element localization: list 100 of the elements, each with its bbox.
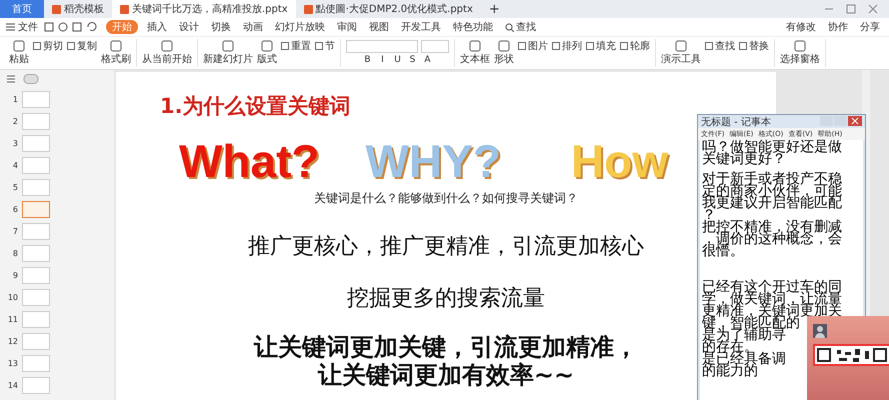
ribbon-button[interactable]: 新建幻灯片 [203,39,253,67]
format-button[interactable]: I [376,55,388,66]
format-button[interactable]: A [422,55,434,66]
document-tab[interactable]: 首页 [0,0,44,18]
slide-text: 推广更核心，推广更精准，引流更加核心 [248,233,644,261]
ribbon-button[interactable]: 选择窗格 [780,39,820,67]
ribbon-button[interactable]: 替换 [739,39,769,52]
font-size-field[interactable] [421,40,449,53]
ribbon-button[interactable]: 形状 [494,39,514,67]
ribbon-button[interactable]: 演示工具 [661,39,701,67]
header-action-button[interactable]: 协作 [825,20,851,34]
ribbon-button[interactable]: 节 [315,39,335,52]
header-action-button[interactable]: 分享 [857,20,883,34]
slide-thumbnail[interactable] [22,178,50,196]
text-line: ，调价的这种概念，会 [702,233,842,245]
text-line: ？ [702,209,716,221]
slide-thumbnail[interactable] [22,288,50,306]
format-button[interactable]: U [392,55,404,66]
slide-thumbnail[interactable] [22,354,50,372]
slide-subtitle: 关键词是什么？能够做到什么？如何搜寻关键词？ [314,190,578,207]
avatar-icon [813,324,827,338]
tool-icon [161,40,173,52]
ribbon-tab[interactable]: 设计 [176,20,202,34]
font-name-field[interactable] [346,40,418,53]
slide-number: 1 [12,94,18,104]
slide-number: 9 [12,270,18,280]
big-word: WHY? [366,136,501,186]
ribbon-button[interactable]: 查找 [705,39,735,52]
slide-number: 7 [12,226,18,236]
ribbon-tab[interactable]: 切换 [208,20,234,34]
menu-icon [6,23,15,31]
ribbon-button[interactable]: 文本框 [460,39,490,67]
header-action-button[interactable]: 有修改 [783,20,819,34]
ribbon-button[interactable]: 重置 [281,39,311,52]
ribbon-button[interactable]: 粘贴 [9,39,29,67]
tool-icon [13,40,25,52]
new-tab-button[interactable]: + [480,2,508,16]
slide-number: 13 [6,358,18,368]
slide-thumbnail[interactable] [22,266,50,284]
slide-thumbnail[interactable] [22,112,50,130]
slide-thumbnail[interactable] [22,90,50,108]
document-tab[interactable]: 关键词千比万选，高精准投放.pptx [112,0,296,18]
ribbon-button[interactable]: 从当前开始 [142,39,192,67]
big-word: How [570,136,668,186]
tool-icon [518,42,526,50]
text-line: 对于新手或者投产不稳 [702,173,842,185]
ribbon-button[interactable]: 复制 [67,39,97,52]
ribbon-button[interactable]: 图片 [518,39,548,52]
slide-thumbnail[interactable] [22,200,50,218]
ribbon-tab[interactable]: 审阅 [334,20,360,34]
slide-number: 5 [12,182,18,192]
tool-icon [552,42,560,50]
tool-icon [794,40,806,52]
slide-number: 10 [6,292,18,302]
ribbon-button[interactable]: 轮廓 [620,39,650,52]
tool-icon [67,42,75,50]
slide-thumbnail[interactable] [22,376,50,394]
slide-thumbnail[interactable] [22,332,50,350]
text-line: 学，做关键词，让流量 [702,293,842,305]
slide-number: 6 [12,204,18,214]
ribbon-button[interactable]: 格式刷 [101,39,131,67]
slide-thumbnail[interactable] [22,156,50,174]
text-line: 已经有这个开过车的同 [702,281,842,293]
text-line: 很懵。 [702,245,744,257]
ribbon-tab[interactable]: 动画 [240,20,266,34]
text-line: 吗？做智能更好还是做 [702,141,842,153]
tool-icon [261,40,273,52]
file-menu[interactable]: 文件 [6,20,38,34]
format-button[interactable]: S [406,55,418,66]
ribbon-tab[interactable]: 开发工具 [398,20,444,34]
text-line: 关键词更好？ [702,153,786,165]
slide-number: 3 [12,138,18,148]
ribbon-tab[interactable]: 插入 [144,20,170,34]
ribbon-tab[interactable]: 视图 [366,20,392,34]
slide-thumbnail[interactable] [22,310,50,328]
window-controls-icon[interactable] [820,116,862,127]
search-icon [505,22,514,32]
ribbon-button[interactable]: 填充 [586,39,616,52]
slide-thumbnail[interactable] [22,222,50,240]
tool-icon [586,42,594,50]
tool-icon [705,42,713,50]
ribbon-tab[interactable]: 幻灯片放映 [272,20,328,34]
text-line: 我更建议开启智能匹配 [702,197,842,209]
tool-icon [281,42,289,50]
text-line: 是已经具备调 [702,353,786,365]
ribbon-button[interactable]: 剪切 [33,39,63,52]
slide-number: 4 [12,160,18,170]
document-icon [120,4,129,14]
tool-icon [675,40,687,52]
document-icon [52,4,61,14]
search-button[interactable]: 查找 [502,20,539,34]
slide-thumbnail[interactable] [22,244,50,262]
text-line: 定的商家小伙伴，可能 [702,185,842,197]
slide-thumbnail[interactable] [22,134,50,152]
ribbon-button[interactable]: 排列 [552,39,582,52]
ribbon-button[interactable]: 版式 [257,39,277,67]
format-button[interactable]: B [362,55,374,66]
big-word: What? [179,136,320,186]
ribbon-tab[interactable]: 特色功能 [450,20,496,34]
tool-icon [620,42,628,50]
